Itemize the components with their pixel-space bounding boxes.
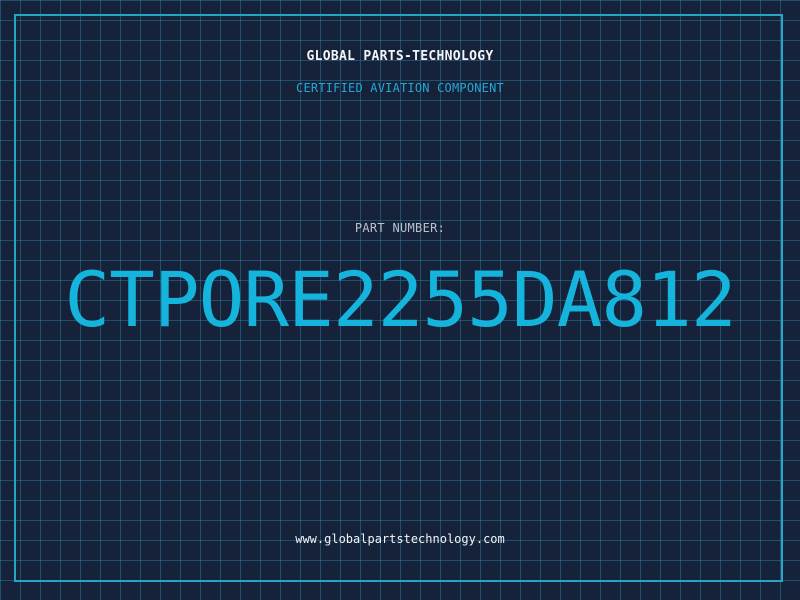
part-number-label: PART NUMBER: — [354, 221, 446, 235]
certification-tagline: CERTIFIED AVIATION COMPONENT — [296, 81, 504, 95]
company-name: GLOBAL PARTS-TECHNOLOGY — [306, 49, 494, 64]
website-url: www.globalpartstechnology.com — [295, 532, 505, 546]
part-number-value: CTPORE2255DA812 — [64, 255, 736, 344]
